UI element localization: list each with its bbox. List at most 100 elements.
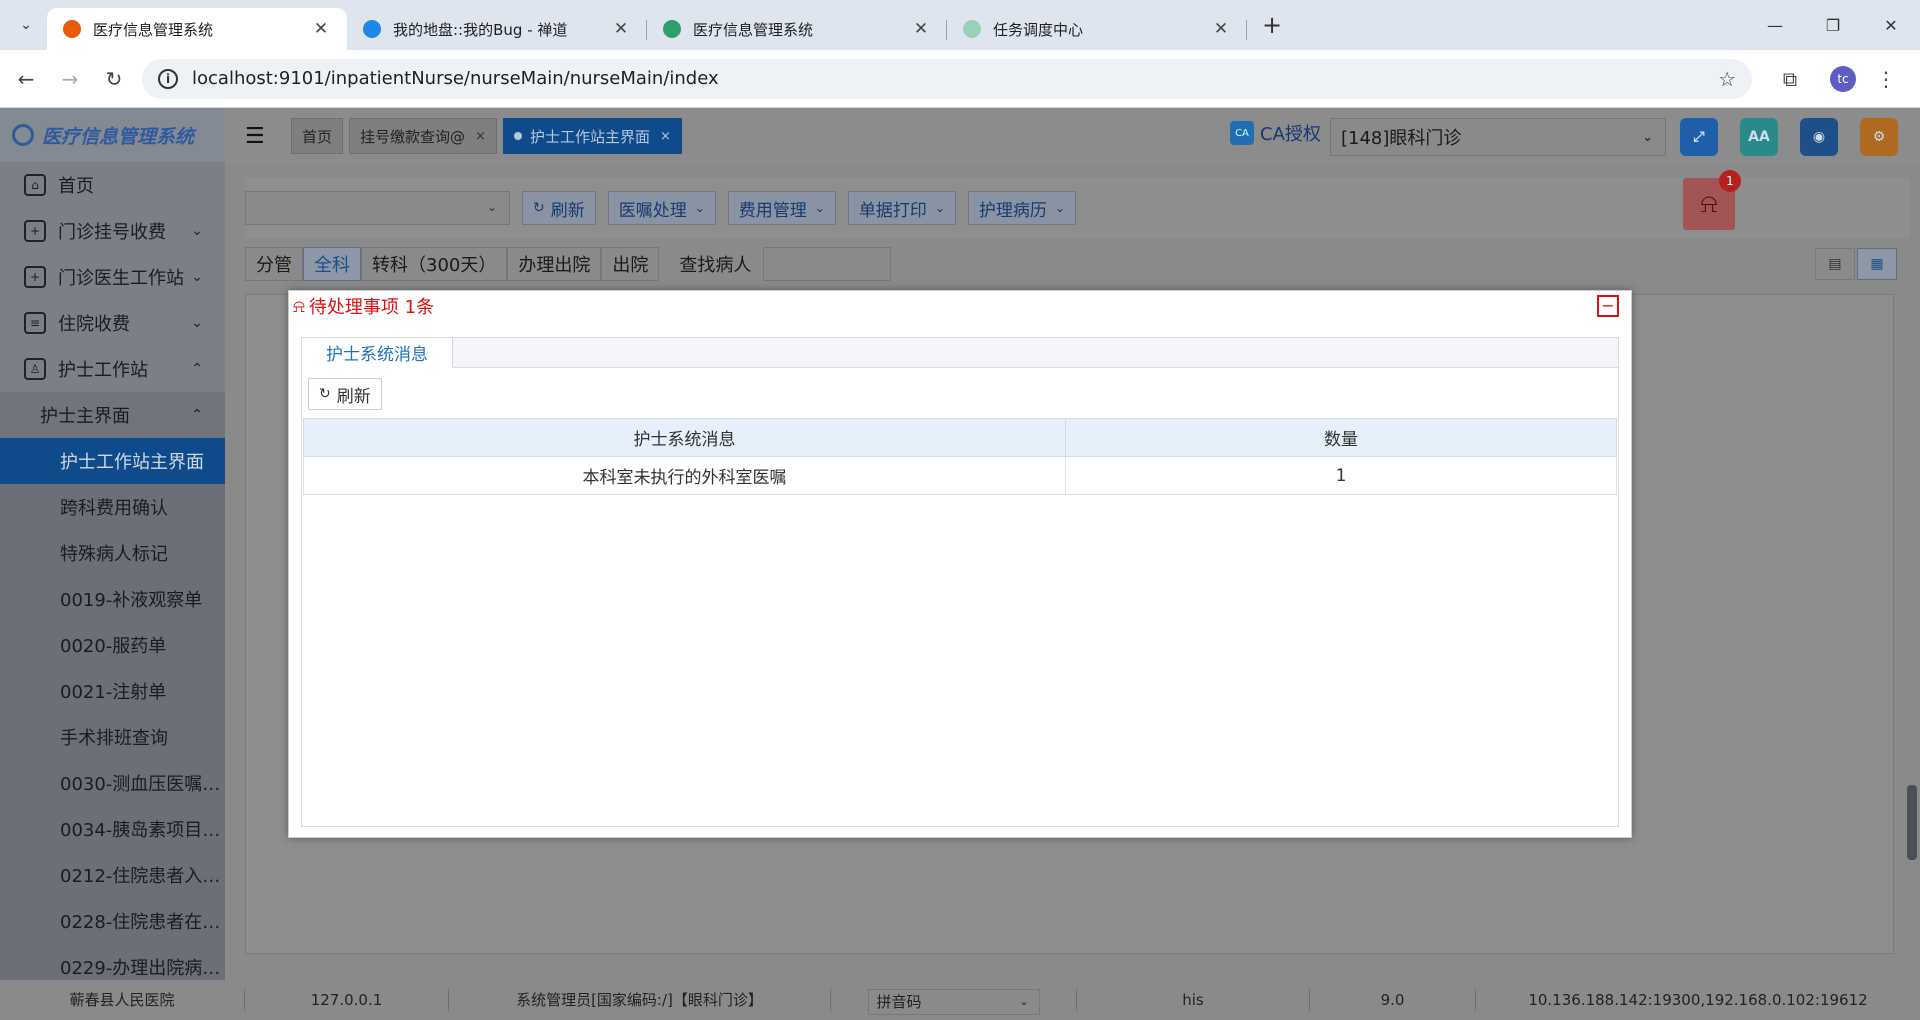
ca-auth-button[interactable]: CA CA授权 [1230, 120, 1321, 146]
alarm-icon: ⍾ [1700, 188, 1718, 219]
minimize-dialog-button[interactable]: − [1597, 295, 1619, 317]
sidebar-leaf[interactable]: 0020-服药单 [0, 622, 225, 668]
menu-label: 护理病历 [978, 200, 1047, 221]
refresh-icon: ↻ [319, 386, 331, 402]
filter-tab[interactable]: 分管 [245, 247, 303, 281]
browser-tab-2[interactable]: 我的地盘::我的Bug - 禅道 ✕ [347, 8, 647, 50]
filter-tab[interactable]: 出院 [601, 247, 660, 281]
assistant-robot-button[interactable]: ◉ [1800, 118, 1838, 156]
toolbar: ⌄ ↻ 刷新 医嘱处理 ⌄ 费用管理 ⌄ 单据打印 ⌄ 护理病历 ⌄ [245, 178, 1910, 238]
page-tab-home[interactable]: 首页 [291, 118, 344, 154]
close-tab-icon[interactable]: ✕ [311, 19, 331, 39]
sidebar-leaf[interactable]: 0021-注射单 [0, 668, 225, 714]
tab-favicon-icon [363, 20, 381, 38]
sidebar-leaf-nurse-main[interactable]: 护士工作站主界面 [0, 438, 225, 484]
fullscreen-button[interactable]: ⤢ [1680, 118, 1718, 156]
fees-menu-button[interactable]: 费用管理 ⌄ [727, 191, 836, 225]
page-scroll-thumb[interactable] [1907, 785, 1917, 860]
content-scrollbar[interactable] [1893, 294, 1903, 954]
nursing-record-menu-button[interactable]: 护理病历 ⌄ [967, 191, 1076, 225]
sidebar-leaf[interactable]: 特殊病人标记 [0, 530, 225, 576]
orders-menu-button[interactable]: 医嘱处理 ⌄ [607, 191, 716, 225]
status-bar: 蕲春县人民医院 127.0.0.1 系统管理员[国家编码:/]【眼科门诊】 拼音… [0, 980, 1920, 1020]
filter-tab[interactable]: 办理出院 [507, 247, 602, 281]
close-tab-icon[interactable]: ✕ [1211, 19, 1231, 39]
close-tab-icon[interactable]: ✕ [611, 19, 631, 39]
browser-tab-1[interactable]: 医疗信息管理系统 ✕ [47, 8, 347, 50]
table-row[interactable]: 本科室未执行的外科室医嘱 1 [303, 456, 1617, 495]
sidebar-submenu-nurse-main[interactable]: 护士主界面 ⌃ [0, 392, 225, 438]
bookmark-star-icon[interactable]: ☆ [1718, 67, 1736, 91]
refresh-button[interactable]: ↻ 刷新 [522, 191, 596, 225]
page-tab-registration-query[interactable]: 挂号缴款查询@ × [349, 118, 497, 154]
refresh-messages-button[interactable]: ↻ 刷新 [308, 378, 382, 410]
profile-avatar[interactable]: tc [1830, 65, 1856, 92]
filter-tab[interactable]: 转科（300天） [361, 247, 508, 281]
close-tab-icon[interactable]: ✕ [911, 19, 931, 39]
chevron-down-icon: ⌄ [191, 269, 203, 285]
page-tab-nurse-main[interactable]: 护士工作站主界面 × [502, 118, 682, 154]
browser-menu-icon[interactable]: ⋮ [1876, 67, 1896, 91]
sidebar-leaf[interactable]: 手术排班查询 [0, 714, 225, 760]
input-method-select[interactable]: 拼音码 ⌄ [831, 989, 1076, 1015]
restore-icon[interactable]: ❐ [1804, 0, 1862, 50]
sidebar-item-inpatient-fee[interactable]: ≡ 住院收费 ⌄ [0, 300, 225, 346]
close-icon[interactable]: × [475, 129, 486, 144]
column-header-message[interactable]: 护士系统消息 [303, 418, 1066, 457]
extensions-icon[interactable]: ⧉ [1772, 61, 1808, 97]
url-text[interactable]: localhost:9101/inpatientNurse/nurseMain/… [192, 68, 1718, 89]
menu-toggle-icon[interactable]: ☰ [245, 124, 275, 149]
list-view-button[interactable]: ▤ [1815, 248, 1855, 280]
sidebar-item-home[interactable]: ⌂ 首页 [0, 162, 225, 208]
site-info-icon[interactable]: i [158, 68, 178, 89]
sidebar-leaf[interactable]: 0229-办理出院病… [0, 944, 225, 980]
version: 9.0 [1310, 989, 1476, 1011]
count-cell[interactable]: 1 [1065, 456, 1617, 495]
sidebar-leaf[interactable]: 跨科费用确认 [0, 484, 225, 530]
page-tab-label: 首页 [302, 127, 333, 146]
print-menu-button[interactable]: 单据打印 ⌄ [847, 191, 956, 225]
sidebar-leaf[interactable]: 0212-住院患者入… [0, 852, 225, 898]
tab-favicon-icon [963, 20, 981, 38]
reload-icon[interactable]: ↻ [96, 61, 132, 97]
message-cell[interactable]: 本科室未执行的外科室医嘱 [303, 456, 1066, 495]
server-addresses: 10.136.188.142:19300,192.168.0.102:19612 [1528, 991, 1868, 1009]
close-window-icon[interactable]: ✕ [1862, 0, 1920, 50]
sidebar-leaf[interactable]: 0228-住院患者在… [0, 898, 225, 944]
doctor-station-icon: + [24, 266, 46, 288]
ward-select[interactable]: ⌄ [245, 191, 510, 225]
search-patient-input[interactable] [763, 247, 892, 281]
filter-tab-active[interactable]: 全科 [303, 247, 361, 281]
minimize-icon[interactable]: — [1746, 0, 1804, 50]
chevron-up-icon: ⌃ [191, 361, 203, 377]
sidebar-item-label: 门诊医生工作站 [58, 268, 184, 289]
sidebar-item-nurse-station[interactable]: ♙ 护士工作站 ⌃ [0, 346, 225, 392]
column-header-count[interactable]: 数量 [1065, 418, 1617, 457]
browser-tab-4[interactable]: 任务调度中心 ✕ [947, 8, 1247, 50]
tab-title: 任务调度中心 [993, 20, 1084, 39]
sidebar-item-label: 首页 [58, 176, 94, 197]
message-tabs: 护士系统消息 [302, 338, 1618, 368]
settings-gear-button[interactable]: ⚙ [1860, 118, 1898, 156]
sidebar-leaf[interactable]: 0030-测血压医嘱… [0, 760, 225, 806]
sidebar-leaf[interactable]: 0019-补液观察单 [0, 576, 225, 622]
url-field[interactable]: i localhost:9101/inpatientNurse/nurseMai… [142, 58, 1752, 99]
new-tab-button[interactable]: + [1257, 11, 1287, 39]
chevron-down-icon: ⌄ [191, 315, 203, 331]
sidebar-item-doctor-station[interactable]: + 门诊医生工作站 ⌄ [0, 254, 225, 300]
tab-search-dropdown[interactable]: ⌄ [5, 4, 47, 46]
back-icon[interactable]: ← [8, 61, 44, 97]
sidebar-leaf[interactable]: 0034-胰岛素项目… [0, 806, 225, 852]
alarm-button[interactable]: ⍾ 1 [1683, 170, 1741, 230]
department-select[interactable]: [148]眼科门诊 ⌄ [1330, 118, 1666, 156]
card-view-button[interactable]: ▦ [1857, 248, 1897, 280]
sidebar-item-registration[interactable]: + 门诊挂号收费 ⌄ [0, 208, 225, 254]
tab-nurse-messages[interactable]: 护士系统消息 [302, 338, 453, 368]
forward-icon[interactable]: → [52, 61, 88, 97]
font-size-button[interactable]: AA [1740, 118, 1778, 156]
input-method-box[interactable]: 拼音码 ⌄ [867, 989, 1040, 1015]
window-controls: — ❐ ✕ [1746, 0, 1920, 50]
search-patient-label: 查找病人 [679, 255, 752, 276]
close-icon[interactable]: × [660, 129, 671, 144]
browser-tab-3[interactable]: 医疗信息管理系统 ✕ [647, 8, 947, 50]
